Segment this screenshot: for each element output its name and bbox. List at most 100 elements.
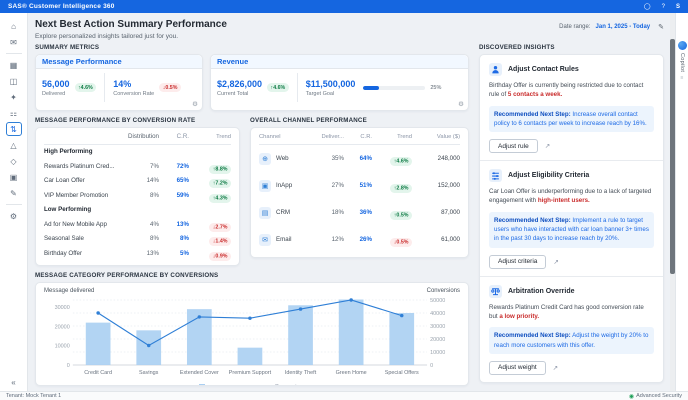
channel-cr: 36%	[344, 209, 372, 216]
datagrid-icon[interactable]: ▦	[6, 58, 22, 72]
table-row[interactable]: Birthday Offer 13% 5% ↓0.9%	[44, 246, 231, 261]
tasks-icon[interactable]: ⚏	[6, 106, 22, 120]
adjust-weight-button[interactable]: Adjust weight	[489, 361, 546, 375]
category-performance-chart: Message delivered Conversions 0100002000…	[35, 282, 469, 386]
progress-bar	[363, 86, 425, 90]
channel-trend-badge: ↓0.5%	[390, 238, 412, 247]
external-link-icon[interactable]: ↗	[553, 364, 558, 372]
message-performance-card: Message Performance 56,000 Delivered ↑4.…	[35, 54, 203, 111]
page-header: Next Best Action Summary Performance Exp…	[35, 19, 664, 40]
current-total-delta-badge: ↑4.6%	[267, 83, 289, 92]
conversion-rate-metric: 14% Conversion Rate	[113, 79, 154, 97]
app-title: SAS® Customer Intelligence 360	[8, 3, 115, 10]
arbitration-override-icon	[489, 285, 502, 298]
help-icon[interactable]: ?	[662, 4, 665, 10]
line-swatch	[265, 385, 273, 386]
insight-eligibility-criteria: Adjust Eligibility Criteria Car Loan Off…	[480, 161, 663, 276]
summary-metrics-label: SUMMARY METRICS	[35, 44, 469, 51]
date-range-control: Date range: Jan 1, 2025 - Today ✎	[559, 23, 664, 31]
security-label: Advanced Security	[636, 393, 682, 399]
copilot-tab[interactable]: Copilot ≡	[678, 41, 687, 81]
offer-name: Birthday Offer	[44, 250, 117, 257]
table-row[interactable]: ✉ Email 12% 26% ↓0.5% 61,000	[259, 226, 460, 253]
channel-name: InApp	[276, 182, 292, 189]
external-link-icon[interactable]: ↗	[545, 142, 550, 150]
conversion-rate-table: Distribution C.R. Trend High Performing …	[35, 127, 240, 266]
svg-text:Premium Support: Premium Support	[229, 370, 272, 376]
insight-body: Car Loan Offer is underperforming due to…	[489, 187, 654, 206]
message-performance-settings-icon[interactable]: ⚙	[192, 100, 198, 108]
table-row[interactable]: ⊕ Web 35% 64% ↑4.6% 248,000	[259, 145, 460, 172]
offer-cr: 13%	[159, 221, 189, 228]
conversion-table-header: Distribution C.R. Trend	[44, 130, 231, 145]
svg-text:Green Home: Green Home	[336, 370, 367, 376]
current-total-label: Current Total	[217, 91, 262, 97]
activities-icon-selected[interactable]: ⇅	[6, 122, 22, 136]
page-title: Next Best Action Summary Performance	[35, 19, 227, 30]
conversion-rate-label: Conversion Rate	[113, 91, 154, 97]
triggers-icon[interactable]: △	[6, 138, 22, 152]
bar-line-chart[interactable]: 0100002000030000400005000001000020000300…	[44, 294, 460, 383]
collapse-sidebar-icon[interactable]: «	[6, 375, 22, 389]
col-cr: C.R.	[159, 133, 189, 140]
offer-distribution: 4%	[117, 221, 159, 228]
date-range-value[interactable]: Jan 1, 2025 - Today	[596, 24, 651, 30]
messages-icon[interactable]: ✉	[6, 35, 22, 49]
revenue-title: Revenue	[211, 55, 468, 69]
crm-channel-icon: ▤	[259, 207, 271, 219]
insight-highlight: high-intent users.	[538, 197, 590, 204]
external-link-icon[interactable]: ↗	[553, 258, 558, 266]
adjust-rule-button[interactable]: Adjust rule	[489, 139, 538, 153]
offer-name: Seasonal Sale	[44, 235, 117, 242]
segments-icon[interactable]: ◫	[6, 74, 22, 88]
svg-text:Credit Card: Credit Card	[84, 370, 112, 376]
bar-swatch	[199, 384, 205, 386]
web-channel-icon: ⊕	[259, 153, 271, 165]
table-row[interactable]: ▤ CRM 18% 36% ↑0.5% 87,000	[259, 199, 460, 226]
channel-name: CRM	[276, 209, 290, 216]
notes-icon[interactable]: ✎	[6, 186, 22, 200]
channel-value: 152,000	[412, 182, 460, 189]
channel-performance-table: Channel Deliver... C.R. Trend Value ($) …	[250, 127, 469, 258]
col-channel: Channel	[259, 134, 308, 140]
avatar[interactable]: S	[676, 4, 680, 10]
delivered-label: Delivered	[42, 91, 70, 97]
table-row[interactable]: ▣ InApp 27% 51% ↑2.8% 152,000	[259, 172, 460, 199]
col-value: Value ($)	[412, 134, 460, 140]
legend-conversions: Conversions	[265, 384, 306, 386]
insight-body: Birthday Offer is currently being restri…	[489, 81, 654, 100]
table-row[interactable]: VIP Member Promotion 8% 59% ↑4.3%	[44, 188, 231, 203]
channel-value: 61,000	[412, 236, 460, 243]
sidebar-divider	[6, 204, 22, 205]
copilot-icon	[678, 41, 687, 50]
offer-cr: 72%	[159, 163, 189, 170]
recommendation-box: Recommended Next Step: Implement a rule …	[489, 212, 654, 248]
target-goal-value: $11,500,000	[306, 79, 356, 89]
svg-text:20000: 20000	[55, 324, 70, 330]
delivered-metric: 56,000 Delivered	[42, 79, 70, 97]
message-performance-title: Message Performance	[36, 55, 202, 69]
metric-divider	[297, 73, 298, 102]
recommendation-box: Recommended Next Step: Adjust the weight…	[489, 327, 654, 354]
metric-divider	[104, 73, 105, 102]
revenue-settings-icon[interactable]: ⚙	[458, 100, 464, 108]
status-bar: Tenant: Mock Tenant 1 ◉ Advanced Securit…	[0, 391, 688, 400]
recommendation-box: Recommended Next Step: Increase overall …	[489, 106, 654, 133]
category-section-label: MESSAGE CATEGORY PERFORMANCE BY CONVERSI…	[35, 272, 469, 279]
offer-distribution: 7%	[117, 163, 159, 170]
spots-icon[interactable]: ✦	[6, 90, 22, 104]
conversion-section-label: MESSAGE PERFORMANCE BY CONVERSION RATE	[35, 117, 240, 124]
discovered-insights-card: Adjust Contact Rules Birthday Offer is c…	[479, 54, 664, 383]
settings-icon[interactable]: ⚙	[6, 209, 22, 223]
status-icon[interactable]: ◯	[644, 3, 651, 10]
svg-text:Savings: Savings	[139, 370, 159, 376]
channel-name: Email	[276, 236, 291, 243]
home-icon[interactable]: ⌂	[6, 19, 22, 33]
channel-delivered: 35%	[308, 155, 344, 162]
assets-icon[interactable]: ◇	[6, 154, 22, 168]
offer-cr: 65%	[159, 177, 189, 184]
current-total-metric: $2,826,000 Current Total	[217, 79, 262, 97]
plans-icon[interactable]: ▣	[6, 170, 22, 184]
edit-date-range-icon[interactable]: ✎	[658, 23, 664, 31]
adjust-criteria-button[interactable]: Adjust criteria	[489, 255, 546, 269]
